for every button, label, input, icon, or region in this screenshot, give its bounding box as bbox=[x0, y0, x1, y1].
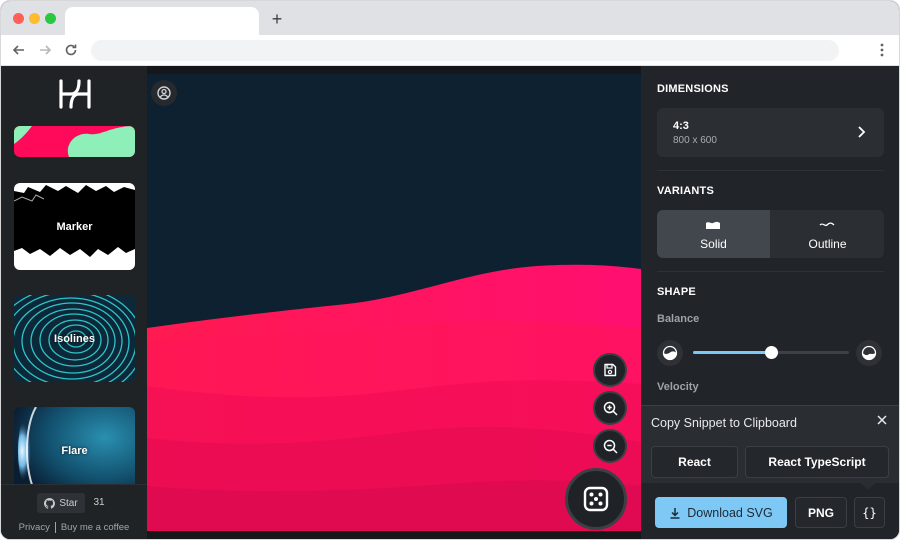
balance-high-icon[interactable] bbox=[856, 340, 882, 366]
canvas-area bbox=[147, 66, 641, 539]
star-count[interactable]: 31 bbox=[87, 493, 111, 513]
copy-react-button[interactable]: React bbox=[651, 446, 738, 478]
kebab-menu-icon[interactable] bbox=[875, 40, 889, 60]
address-bar bbox=[1, 35, 899, 66]
zoom-in-icon bbox=[603, 401, 618, 416]
logo-area bbox=[1, 66, 147, 123]
sidebar-footer: Star 31 Privacy Buy me a coffee bbox=[1, 484, 147, 539]
zoom-in-button[interactable] bbox=[593, 391, 627, 425]
link-divider bbox=[54, 521, 56, 533]
download-label: Download SVG bbox=[687, 505, 773, 520]
wave-preview bbox=[147, 74, 641, 531]
download-png-button[interactable]: PNG bbox=[795, 497, 847, 528]
sidebar-item-isolines[interactable]: Isolines bbox=[14, 295, 135, 382]
sidebar-item-label: Marker bbox=[56, 220, 93, 233]
sidebar-item-marker[interactable]: Marker bbox=[14, 183, 135, 270]
generator-sidebar: Marker Isolines Flare Star 31 Privacy Bu… bbox=[1, 66, 147, 539]
settings-panel: DIMENSIONS 4:3 800 x 600 VARIANTS Solid … bbox=[641, 66, 899, 539]
footer-links: Privacy Buy me a coffee bbox=[1, 520, 147, 534]
velocity-label: Velocity bbox=[657, 381, 699, 393]
minimize-window-button[interactable] bbox=[29, 13, 40, 24]
outline-wave-icon bbox=[819, 222, 835, 227]
shape-title: SHAPE bbox=[657, 286, 696, 298]
variant-outline-button[interactable]: Outline bbox=[771, 210, 884, 258]
code-snippet-button[interactable]: {} bbox=[854, 497, 885, 528]
haikei-app: Marker Isolines Flare Star 31 Privacy Bu… bbox=[1, 66, 899, 539]
balance-low-icon[interactable] bbox=[657, 340, 683, 366]
balance-slider-handle[interactable] bbox=[765, 346, 778, 359]
buy-me-a-coffee-link[interactable]: Buy me a coffee bbox=[61, 522, 129, 533]
variant-solid-button[interactable]: Solid bbox=[657, 210, 770, 258]
github-icon bbox=[44, 497, 56, 509]
close-window-button[interactable] bbox=[13, 13, 24, 24]
zoom-out-button[interactable] bbox=[593, 429, 627, 463]
url-input[interactable] bbox=[91, 40, 839, 61]
arrow-left-icon[interactable] bbox=[9, 40, 29, 60]
randomize-button[interactable] bbox=[565, 468, 627, 530]
browser-window: + Marker Isolines Flare Star 31 Privacy … bbox=[0, 0, 900, 540]
sidebar-item-label: Isolines bbox=[54, 332, 95, 345]
chevron-right-icon bbox=[858, 126, 866, 138]
plus-icon[interactable]: + bbox=[267, 9, 287, 29]
reload-icon[interactable] bbox=[61, 40, 81, 60]
snippet-popup: Copy Snippet to Clipboard React React Ty… bbox=[641, 405, 899, 483]
close-icon[interactable] bbox=[875, 413, 889, 427]
popup-caret bbox=[861, 483, 875, 490]
save-icon bbox=[604, 363, 617, 377]
github-star-button[interactable]: Star bbox=[37, 493, 85, 513]
dimension-ratio: 4:3 bbox=[673, 120, 689, 132]
balance-slider[interactable] bbox=[693, 346, 849, 359]
account-button[interactable] bbox=[151, 80, 177, 106]
variant-toggle: Solid Outline bbox=[657, 210, 884, 258]
variants-title: VARIANTS bbox=[657, 185, 715, 197]
snippet-popup-title: Copy Snippet to Clipboard bbox=[651, 416, 797, 430]
dice-icon bbox=[583, 486, 609, 512]
dimensions-selector[interactable]: 4:3 800 x 600 bbox=[657, 108, 884, 157]
balance-label: Balance bbox=[657, 313, 700, 325]
sidebar-item-label: Flare bbox=[61, 444, 88, 457]
privacy-link[interactable]: Privacy bbox=[19, 522, 50, 533]
balance-slider-fill bbox=[693, 351, 771, 354]
variant-label: Solid bbox=[700, 237, 727, 251]
download-icon bbox=[670, 507, 680, 519]
tab-bar: + bbox=[1, 1, 899, 35]
section-divider bbox=[657, 271, 884, 272]
copy-react-typescript-button[interactable]: React TypeScript bbox=[745, 446, 889, 478]
section-divider bbox=[657, 170, 884, 171]
star-label: Star bbox=[59, 497, 78, 509]
solid-wave-icon bbox=[706, 221, 720, 229]
download-svg-button[interactable]: Download SVG bbox=[655, 497, 787, 528]
dimension-size: 800 x 600 bbox=[673, 135, 717, 146]
user-circle-icon bbox=[157, 86, 171, 100]
haikei-logo-icon[interactable] bbox=[58, 78, 92, 110]
maximize-window-button[interactable] bbox=[45, 13, 56, 24]
sidebar-item-blob[interactable] bbox=[14, 126, 135, 157]
dimensions-title: DIMENSIONS bbox=[657, 83, 729, 95]
browser-tab[interactable] bbox=[65, 7, 259, 35]
save-button[interactable] bbox=[593, 353, 627, 387]
sidebar-item-flare[interactable]: Flare bbox=[14, 407, 135, 494]
zoom-out-icon bbox=[603, 439, 618, 454]
arrow-right-icon[interactable] bbox=[35, 40, 55, 60]
variant-label: Outline bbox=[808, 237, 847, 251]
